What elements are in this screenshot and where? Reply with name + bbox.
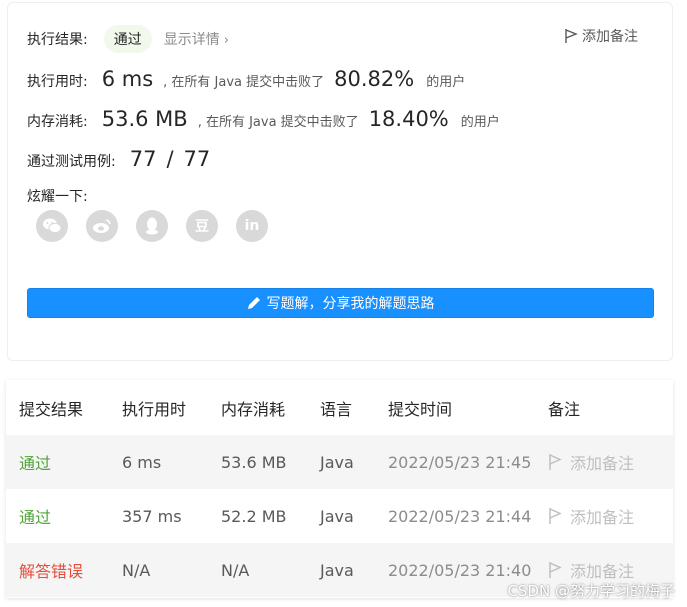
add-note-label: 添加备注 (582, 29, 638, 45)
flag-icon (549, 562, 562, 578)
row-time: 2022/05/23 21:45 (388, 452, 532, 472)
runtime-value: 6 ms (101, 67, 154, 91)
row-add-note-button[interactable]: 添加备注 (548, 504, 634, 528)
pencil-icon (247, 297, 260, 309)
header-memory[interactable]: 内存消耗 (221, 396, 285, 420)
memory-label: 内存消耗: (27, 114, 88, 130)
flag-icon (549, 454, 562, 470)
row-language: Java (320, 560, 354, 580)
write-solution-label: 写题解，分享我的解题思路 (266, 296, 435, 312)
linkedin-icon[interactable]: in (236, 210, 268, 242)
table-header: 提交结果 执行用时 内存消耗 语言 提交时间 备注 (6, 380, 673, 435)
row-runtime: N/A (122, 560, 151, 580)
table-row: 通过 6 ms 53.6 MB Java 2022/05/23 21:45 添加… (6, 435, 673, 489)
result-label: 执行结果: (27, 32, 88, 48)
memory-row: 内存消耗: 53.6 MB , 在所有 Java 提交中击败了 18.40% 的… (27, 107, 500, 131)
header-runtime[interactable]: 执行用时 (122, 396, 186, 420)
tests-separator: / (166, 147, 174, 171)
share-row: 炫耀一下: (27, 186, 88, 206)
row-add-note-label: 添加备注 (570, 508, 635, 527)
tests-total: 77 (183, 147, 211, 171)
runtime-beat-text: , 在所有 Java 提交中击败了 (163, 75, 325, 90)
qq-icon[interactable] (136, 210, 168, 242)
wechat-icon[interactable] (36, 210, 68, 242)
row-add-note-button[interactable]: 添加备注 (548, 558, 634, 582)
add-note-button[interactable]: 添加备注 (564, 26, 638, 46)
header-result[interactable]: 提交结果 (19, 396, 83, 420)
flag-icon (565, 29, 578, 43)
row-language: Java (320, 452, 354, 472)
memory-suffix: 的用户 (460, 115, 500, 130)
row-result-link[interactable]: 通过 (19, 450, 51, 474)
tests-label: 通过测试用例: (27, 154, 116, 170)
row-result-link[interactable]: 通过 (19, 504, 51, 528)
memory-percent: 18.40% (368, 107, 449, 131)
header-language[interactable]: 语言 (320, 396, 352, 420)
row-time: 2022/05/23 21:44 (388, 506, 532, 526)
memory-value: 53.6 MB (101, 107, 188, 131)
share-icons: 豆 in (36, 210, 268, 242)
douban-icon[interactable]: 豆 (186, 210, 218, 242)
submissions-table: 提交结果 执行用时 内存消耗 语言 提交时间 备注 通过 6 ms 53.6 M… (6, 380, 673, 598)
show-details-link[interactable]: 显示详情 › (164, 29, 229, 49)
row-runtime: 6 ms (122, 452, 162, 472)
weibo-icon[interactable] (86, 210, 118, 242)
row-language: Java (320, 506, 354, 526)
row-time: 2022/05/23 21:40 (388, 560, 532, 580)
share-label: 炫耀一下: (27, 189, 88, 205)
row-result-link[interactable]: 解答错误 (19, 558, 83, 582)
row-add-note-button[interactable]: 添加备注 (548, 450, 634, 474)
flag-icon (549, 508, 562, 524)
show-details-label: 显示详情 (163, 32, 220, 48)
tests-row: 通过测试用例: 77 / 77 (27, 147, 210, 171)
runtime-percent: 80.82% (334, 67, 415, 91)
runtime-row: 执行用时: 6 ms , 在所有 Java 提交中击败了 80.82% 的用户 (27, 67, 465, 91)
row-add-note-label: 添加备注 (570, 454, 635, 473)
table-row: 通过 357 ms 52.2 MB Java 2022/05/23 21:44 … (6, 489, 673, 543)
watermark: CSDN @努力学习的梅子 (507, 582, 675, 600)
row-memory: N/A (221, 560, 250, 580)
tests-passed: 77 (129, 147, 157, 171)
result-row: 执行结果: 通过 显示详情 › (27, 25, 229, 53)
result-card: 执行结果: 通过 显示详情 › 添加备注 执行用时: 6 ms , 在所有 Jav… (7, 2, 673, 361)
runtime-suffix: 的用户 (426, 75, 466, 90)
runtime-label: 执行用时: (27, 74, 88, 90)
row-runtime: 357 ms (122, 506, 182, 526)
header-note: 备注 (548, 399, 581, 419)
status-badge: 通过 (103, 25, 152, 53)
row-memory: 53.6 MB (221, 452, 287, 472)
header-time[interactable]: 提交时间 (388, 396, 452, 420)
row-add-note-label: 添加备注 (570, 562, 635, 581)
write-solution-button[interactable]: 写题解，分享我的解题思路 (27, 288, 654, 318)
row-memory: 52.2 MB (221, 506, 287, 526)
memory-beat-text: , 在所有 Java 提交中击败了 (197, 115, 359, 130)
chevron-right-icon: › (223, 33, 229, 48)
